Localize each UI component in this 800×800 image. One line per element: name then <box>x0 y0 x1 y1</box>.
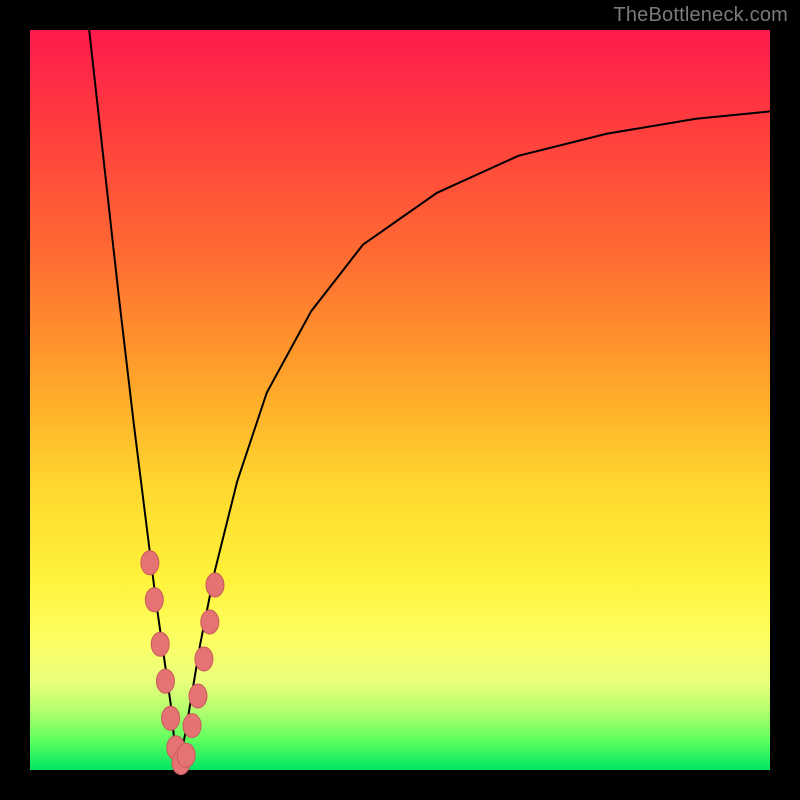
data-dot <box>156 669 174 693</box>
data-dot <box>195 647 213 671</box>
data-dot <box>201 610 219 634</box>
data-dot <box>141 551 159 575</box>
data-dot <box>145 588 163 612</box>
data-dot <box>162 706 180 730</box>
watermark-text: TheBottleneck.com <box>613 4 788 27</box>
chart-svg <box>30 30 770 770</box>
data-dot <box>177 743 195 767</box>
data-dot <box>189 684 207 708</box>
plot-area <box>30 30 770 770</box>
data-dot <box>183 714 201 738</box>
curve-right-branch <box>178 111 770 770</box>
data-dot <box>151 632 169 656</box>
curve-left-branch <box>89 30 178 770</box>
chart-container: TheBottleneck.com <box>0 0 800 800</box>
data-dot <box>206 573 224 597</box>
